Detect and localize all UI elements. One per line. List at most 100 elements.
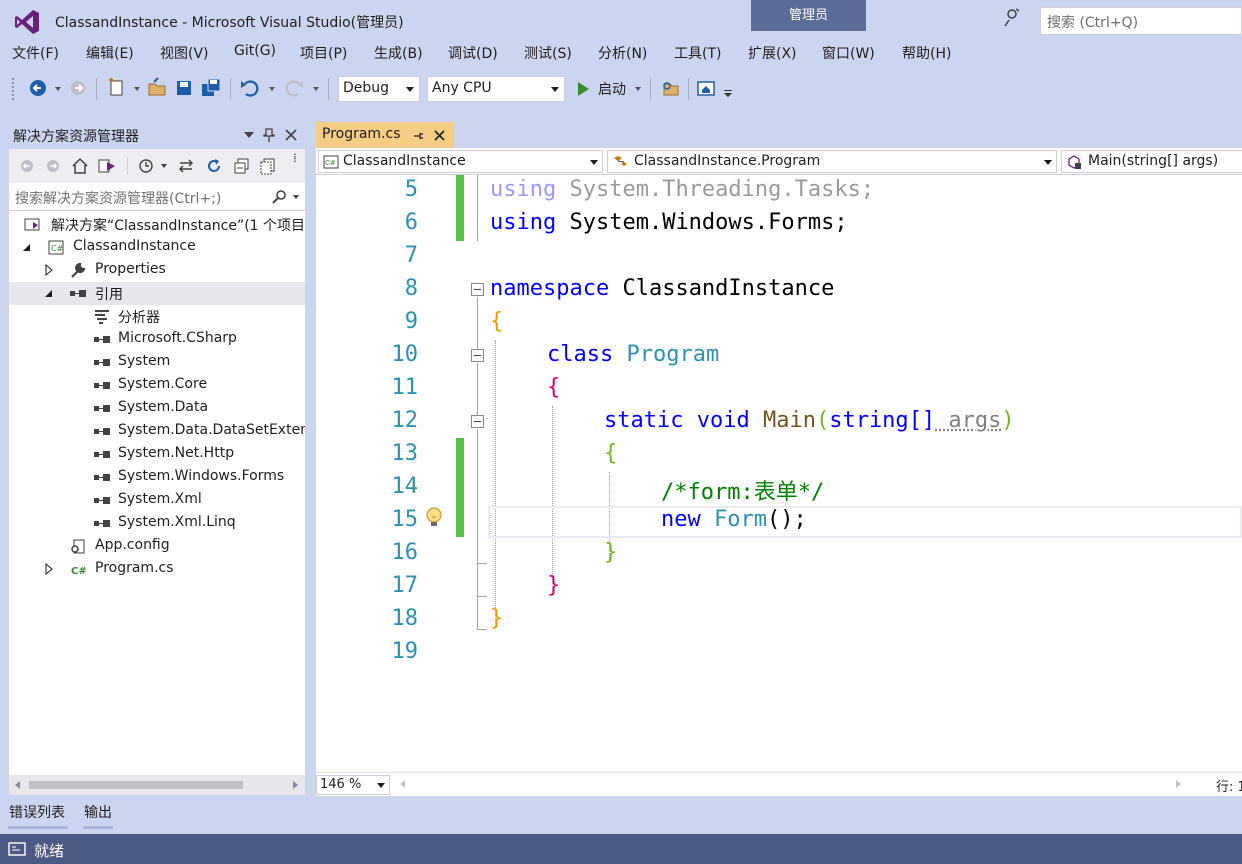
tree-item-reference[interactable]: System.Net.Http: [9, 443, 305, 466]
tab-error-list[interactable]: 错误列表: [9, 802, 65, 822]
collapse-all-icon[interactable]: [233, 157, 251, 175]
line-number: 17: [391, 573, 419, 598]
search-icon[interactable]: [271, 189, 287, 205]
tree-item-solution[interactable]: 解决方案“ClassandInstance”(1 个项目: [9, 213, 305, 236]
close-tab-icon[interactable]: [434, 130, 445, 141]
editor-status-strip: 146 % 行: 1: [316, 772, 1242, 796]
menu-help[interactable]: 帮助(H): [902, 43, 951, 63]
new-item-dropdown-arrow-icon[interactable]: [134, 87, 140, 91]
tree-item-reference[interactable]: Microsoft.CSharp: [9, 328, 305, 351]
toolbar-overflow-button[interactable]: [724, 90, 732, 97]
menu-debug[interactable]: 调试(D): [448, 43, 498, 63]
filter-dropdown-arrow-icon[interactable]: [161, 164, 167, 168]
scroll-left-icon[interactable]: [15, 781, 20, 789]
forward-icon[interactable]: [45, 158, 61, 174]
close-icon[interactable]: [284, 128, 298, 142]
tab-output[interactable]: 输出: [84, 802, 112, 822]
menu-file[interactable]: 文件(F): [12, 43, 59, 63]
menu-project[interactable]: 项目(P): [300, 43, 347, 63]
tree-item-reference[interactable]: System.Windows.Forms: [9, 466, 305, 489]
expanded-arrow-icon[interactable]: [43, 286, 55, 300]
menu-extensions[interactable]: 扩展(X): [748, 43, 797, 63]
back-icon[interactable]: [19, 158, 35, 174]
menu-view[interactable]: 视图(V): [160, 43, 209, 63]
indent-guide: [552, 406, 553, 596]
menu-tools[interactable]: 工具(T): [674, 43, 721, 63]
collapse-region-icon[interactable]: [471, 349, 484, 362]
configuration-select[interactable]: Debug: [338, 76, 420, 102]
open-file-button[interactable]: [145, 76, 169, 100]
menu-git[interactable]: Git(G): [234, 43, 276, 59]
search-options-dropdown-icon[interactable]: [293, 195, 299, 199]
platform-select[interactable]: Any CPU: [427, 76, 565, 102]
new-file-icon: [109, 78, 123, 96]
lightbulb-icon[interactable]: [424, 506, 444, 530]
menu-build[interactable]: 生成(B): [374, 43, 423, 63]
solution-explorer-search-input[interactable]: 搜索解决方案资源管理器(Ctrl+;): [9, 183, 305, 211]
menu-edit[interactable]: 编辑(E): [86, 43, 134, 63]
pin-icon[interactable]: [262, 127, 276, 143]
solution-explorer-panel: ⁞ 搜索解决方案资源管理器(Ctrl+;) 解决方案“ClassandInsta…: [8, 148, 306, 796]
tree-item-program-cs[interactable]: C# Program.cs: [9, 558, 305, 581]
tree-item-reference[interactable]: System.Xml: [9, 489, 305, 512]
scrollbar-thumb[interactable]: [29, 781, 243, 789]
horizontal-scrollbar[interactable]: [9, 775, 305, 795]
collapse-region-icon[interactable]: [471, 415, 484, 428]
tree-item-app-config[interactable]: App.config: [9, 535, 305, 558]
start-debugging-button[interactable]: 启动: [574, 76, 644, 102]
type-selector[interactable]: ClassandInstance.Program: [607, 150, 1057, 173]
menu-window[interactable]: 窗口(W): [822, 43, 875, 63]
scroll-right-icon[interactable]: [1176, 780, 1181, 788]
tab-label: Program.cs: [322, 126, 401, 142]
code-area[interactable]: 5 6 7 8 9 10 11 12 13 14 15 16 17 18 19: [316, 175, 1242, 772]
menu-test[interactable]: 测试(S): [524, 43, 572, 63]
back-button[interactable]: [26, 76, 50, 100]
back-dropdown-arrow-icon[interactable]: [55, 87, 61, 91]
scroll-right-icon[interactable]: [293, 781, 298, 789]
menu-analyze[interactable]: 分析(N): [598, 43, 647, 63]
tree-item-reference[interactable]: System: [9, 351, 305, 374]
code-line: }: [547, 573, 561, 598]
collapsed-arrow-icon[interactable]: [43, 562, 55, 576]
project-selector[interactable]: C# ClassandInstance: [318, 150, 603, 173]
expanded-arrow-icon[interactable]: [21, 240, 33, 254]
tree-item-project[interactable]: C# ClassandInstance: [9, 236, 305, 259]
pin-icon[interactable]: [412, 130, 424, 142]
redo-dropdown-arrow-icon[interactable]: [313, 87, 319, 91]
undo-dropdown-arrow-icon[interactable]: [269, 87, 275, 91]
tree-item-reference[interactable]: System.Xml.Linq: [9, 512, 305, 535]
refresh-icon[interactable]: [205, 157, 223, 175]
tab-program-cs[interactable]: Program.cs: [316, 122, 454, 148]
code-line: using System.Windows.Forms;: [490, 210, 848, 235]
tree-item-reference[interactable]: System.Data.DataSetExten: [9, 420, 305, 443]
new-item-button[interactable]: [105, 76, 129, 100]
tree-item-reference[interactable]: System.Data: [9, 397, 305, 420]
tree-item-properties[interactable]: Properties: [9, 259, 305, 282]
feedback-icon[interactable]: [1002, 8, 1022, 28]
collapse-region-icon[interactable]: [471, 283, 484, 296]
sync-with-document-icon[interactable]: [177, 157, 195, 175]
home-icon[interactable]: [71, 157, 89, 175]
save-all-button[interactable]: [199, 76, 223, 100]
show-all-files-icon[interactable]: [259, 157, 277, 175]
redo-button[interactable]: [282, 76, 306, 100]
toolbar-grip[interactable]: [12, 78, 16, 100]
switch-views-icon[interactable]: [97, 157, 117, 175]
tree-item-reference[interactable]: System.Core: [9, 374, 305, 397]
save-button[interactable]: [172, 76, 196, 100]
more-options-icon[interactable]: ⁞: [293, 151, 297, 165]
search-input[interactable]: 搜索 (Ctrl+Q): [1040, 7, 1242, 35]
forward-button[interactable]: [66, 76, 90, 100]
scroll-left-icon[interactable]: [400, 780, 405, 788]
member-selector[interactable]: Main(string[] args): [1061, 150, 1242, 173]
zoom-select[interactable]: 146 %: [316, 775, 390, 795]
pending-changes-filter-icon[interactable]: [137, 157, 155, 175]
find-in-files-button[interactable]: [658, 76, 682, 100]
collapsed-arrow-icon[interactable]: [43, 263, 55, 277]
tree-item-references[interactable]: 引用: [9, 282, 305, 305]
start-dropdown-arrow-icon[interactable]: [635, 87, 641, 91]
tree-item-analyzers[interactable]: 分析器: [9, 305, 305, 328]
undo-button[interactable]: [238, 76, 262, 100]
window-position-dropdown-icon[interactable]: [244, 132, 254, 138]
browser-link-button[interactable]: [694, 76, 718, 100]
